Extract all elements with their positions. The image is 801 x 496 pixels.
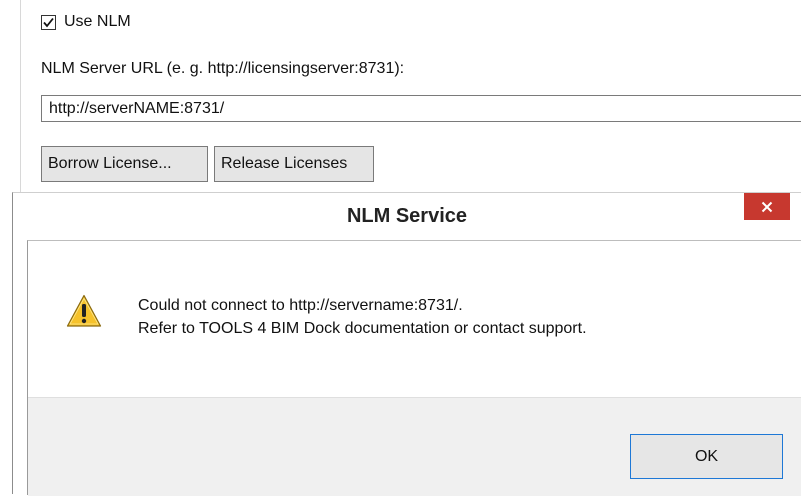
dialog-title: NLM Service (346, 205, 468, 227)
server-url-label: NLM Server URL (e. g. http://licensingse… (41, 60, 405, 77)
dialog-content: Could not connect to http://servername:8… (27, 240, 801, 496)
use-nlm-checkbox[interactable] (41, 14, 56, 30)
warning-icon (66, 294, 102, 327)
ok-button[interactable]: OK (630, 434, 783, 479)
close-button[interactable] (744, 193, 790, 220)
message-area: Could not connect to http://servername:8… (28, 241, 801, 396)
checkmark-icon (43, 17, 54, 27)
dialog-titlebar[interactable]: NLM Service (13, 193, 801, 240)
nlm-service-dialog: NLM Service Could not connect to http://… (12, 192, 801, 496)
dialog-button-bar: OK (28, 397, 801, 496)
server-url-input[interactable] (41, 95, 801, 122)
use-nlm-label: Use NLM (64, 13, 131, 30)
message-line-2: Refer to TOOLS 4 BIM Dock documentation … (138, 320, 587, 337)
error-message: Could not connect to http://servername:8… (138, 294, 587, 340)
use-nlm-row[interactable]: Use NLM (41, 11, 131, 33)
message-line-1: Could not connect to http://servername:8… (138, 297, 463, 314)
close-icon (761, 201, 773, 212)
borrow-license-button[interactable]: Borrow License... (41, 146, 208, 182)
release-licenses-button[interactable]: Release Licenses (214, 146, 374, 182)
